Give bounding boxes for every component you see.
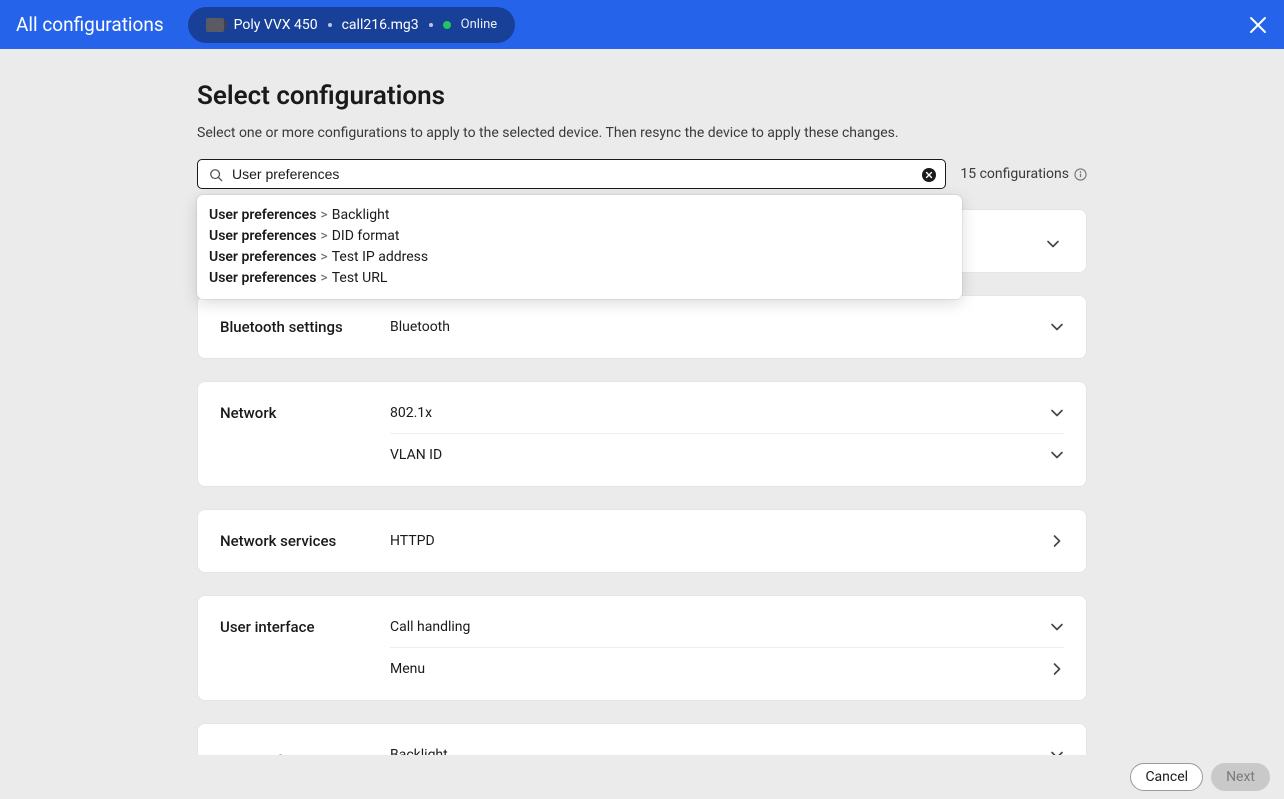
config-row-8021x[interactable]: 802.1x	[390, 392, 1064, 434]
chevron-right-icon	[1050, 662, 1064, 676]
config-row-label: VLAN ID	[390, 447, 442, 463]
topbar: All configurations Poly VVX 450 call216.…	[0, 0, 1284, 49]
config-row-vlan-id[interactable]: VLAN ID	[390, 434, 1064, 476]
ac-prefix: User preferences	[209, 228, 316, 244]
config-row-label: 802.1x	[390, 405, 432, 421]
config-row-label: Call handling	[390, 619, 470, 635]
section-label: Network	[198, 382, 390, 486]
ac-prefix: User preferences	[209, 249, 316, 265]
clear-icon	[922, 168, 936, 182]
autocomplete-item[interactable]: User preferences>Test IP address	[209, 247, 950, 268]
section-items: Call handling Menu	[390, 596, 1086, 700]
dot-separator-icon	[328, 23, 332, 27]
info-icon[interactable]	[1074, 168, 1087, 181]
status-dot-icon	[443, 21, 451, 29]
section-label: Bluetooth settings	[198, 296, 390, 358]
device-pill[interactable]: Poly VVX 450 call216.mg3 Online	[188, 7, 516, 43]
section-bluetooth-settings: Bluetooth settings Bluetooth	[197, 295, 1087, 359]
close-button[interactable]	[1248, 15, 1268, 35]
autocomplete-item[interactable]: User preferences>Test URL	[209, 268, 950, 289]
ac-suffix: DID format	[332, 228, 400, 244]
section-label: Network services	[198, 510, 390, 572]
config-row-label: Bluetooth	[390, 319, 450, 335]
chevron-right-icon	[1050, 534, 1064, 548]
ac-prefix: User preferences	[209, 270, 316, 286]
dot-separator-icon	[429, 23, 433, 27]
close-icon	[1248, 15, 1268, 35]
device-name: Poly VVX 450	[234, 17, 318, 33]
section-items: 802.1x VLAN ID	[390, 382, 1086, 486]
page-subtitle: Select one or more configurations to app…	[197, 125, 1087, 141]
chevron-down-icon	[1050, 448, 1064, 462]
section-user-interface: User interface Call handling Menu	[197, 595, 1087, 701]
clear-search-button[interactable]	[922, 167, 936, 181]
ac-suffix: Test URL	[332, 270, 388, 286]
config-row-call-handling[interactable]: Call handling	[390, 606, 1064, 648]
autocomplete-dropdown: User preferences>Backlight User preferen…	[197, 195, 962, 299]
section-items: Bluetooth	[390, 296, 1086, 358]
config-count-label: 15 configurations	[960, 166, 1069, 182]
cancel-button[interactable]: Cancel	[1130, 763, 1203, 791]
status-label: Online	[461, 17, 498, 32]
device-id: call216.mg3	[342, 17, 419, 33]
ac-suffix: Backlight	[332, 207, 390, 223]
chevron-down-icon	[1046, 236, 1060, 250]
next-button: Next	[1211, 763, 1270, 791]
config-count: 15 configurations	[960, 166, 1087, 182]
footer-bar: Cancel Next	[0, 755, 1284, 799]
section-network-services: Network services HTTPD	[197, 509, 1087, 573]
breadcrumb-all-configurations[interactable]: All configurations	[16, 13, 164, 36]
search-wrap: User preferences>Backlight User preferen…	[197, 159, 946, 189]
section-items: HTTPD	[390, 510, 1086, 572]
config-row-label: HTTPD	[390, 533, 435, 549]
chevron-down-icon	[1050, 620, 1064, 634]
ac-suffix: Test IP address	[332, 249, 428, 265]
phone-icon	[206, 18, 224, 32]
section-network: Network 802.1x VLAN ID	[197, 381, 1087, 487]
search-input-container	[197, 159, 946, 189]
search-input[interactable]	[232, 166, 909, 182]
chevron-down-icon	[1050, 406, 1064, 420]
config-row-bluetooth[interactable]: Bluetooth	[390, 306, 1064, 348]
chevron-down-icon	[1050, 320, 1064, 334]
config-row-httpd[interactable]: HTTPD	[390, 520, 1064, 562]
main-container: Select configurations Select one or more…	[0, 49, 1284, 799]
page-title: Select configurations	[197, 81, 1087, 111]
search-icon	[209, 167, 223, 181]
content: Select configurations Select one or more…	[197, 81, 1087, 793]
autocomplete-item[interactable]: User preferences>DID format	[209, 226, 950, 247]
section-label: User interface	[198, 596, 390, 700]
config-row-label: Menu	[390, 661, 425, 677]
ac-prefix: User preferences	[209, 207, 316, 223]
config-row-menu[interactable]: Menu	[390, 648, 1064, 690]
autocomplete-item[interactable]: User preferences>Backlight	[209, 205, 950, 226]
search-row: User preferences>Backlight User preferen…	[197, 159, 1087, 189]
